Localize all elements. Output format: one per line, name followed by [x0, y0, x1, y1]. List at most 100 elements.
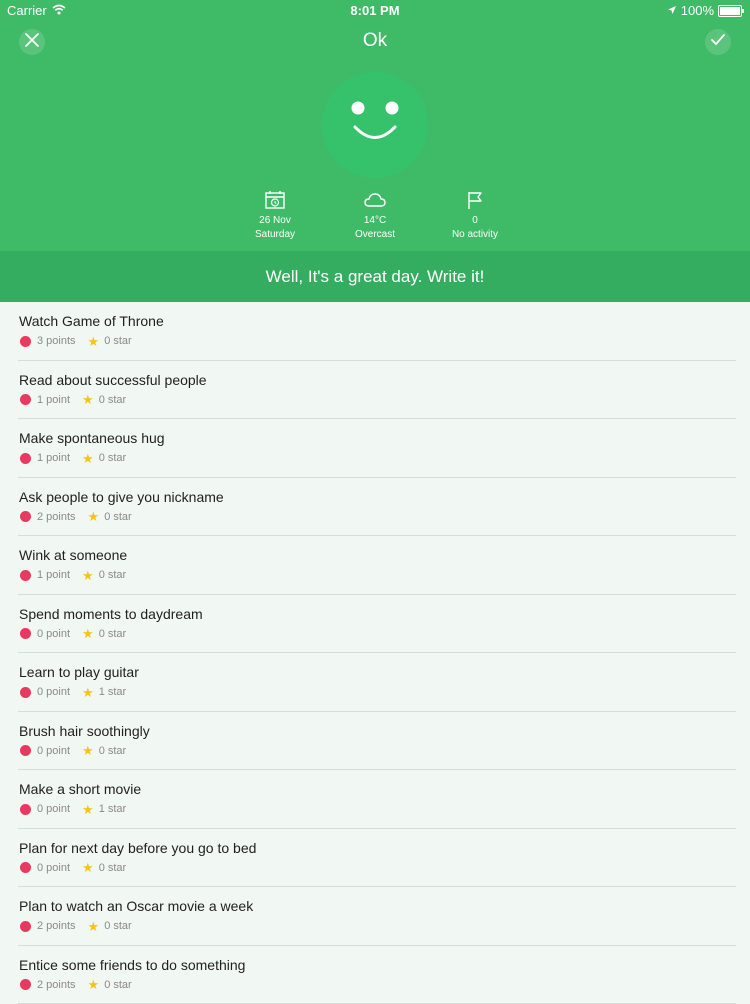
activity-meta: 1 point ★ 0 star — [20, 452, 126, 464]
activity-points: 2 points — [37, 920, 76, 932]
list-item[interactable]: Plan to watch an Oscar movie a week 2 poi… — [18, 887, 736, 946]
status-time: 8:01 PM — [0, 3, 750, 18]
activity-meta: 0 point ★ 1 star — [20, 686, 126, 698]
star-icon: ★ — [82, 804, 94, 815]
activity-points: 2 points — [37, 511, 76, 523]
list-item[interactable]: Read about successful people 1 point ★ 0 st… — [18, 361, 736, 420]
dot-icon — [20, 336, 31, 347]
list-item[interactable]: Plan for next day before you go to bed 0 … — [18, 829, 736, 888]
activity-meta: 1 point★0 star — [20, 569, 126, 581]
dot-icon — [20, 628, 31, 639]
dot-icon — [20, 979, 31, 990]
activity-stars: 0 star — [99, 745, 127, 757]
star-icon: ★ — [82, 745, 94, 756]
list-item[interactable]: Watch Game of Throne 3 points ★ 0 star — [18, 302, 736, 361]
activity-points: 1 point — [37, 569, 70, 581]
activity-title: Wink at someone — [19, 547, 127, 563]
star-icon: ★ — [82, 628, 94, 639]
location-arrow-icon — [667, 3, 677, 18]
star-icon: ★ — [82, 453, 94, 464]
activity-points: 1 point — [37, 394, 70, 406]
activity-title: Plan for next day before you go to bed — [19, 840, 256, 856]
activity-stars: 0 star — [104, 979, 132, 991]
dot-icon — [20, 453, 31, 464]
list-item[interactable]: Wink at someone 1 point★0 star — [18, 536, 736, 595]
activity-stars: 0 star — [99, 862, 127, 874]
activity-meta: 2 points ★ 0 star — [20, 920, 132, 932]
star-icon: ★ — [82, 687, 94, 698]
activity-points: 0 point — [37, 862, 70, 874]
activity-stars: 0 star — [99, 628, 127, 640]
activity-meta: 2 points ★ 0 star — [20, 979, 132, 991]
star-icon: ★ — [82, 862, 94, 873]
activity-points: 2 points — [37, 979, 76, 991]
battery-icon — [718, 5, 742, 17]
status-bar: Carrier 8:01 PM 100% — [0, 0, 750, 22]
stat-activity-label: No activity — [415, 227, 535, 242]
activity-stars: 0 star — [99, 394, 127, 406]
activity-meta: 1 point ★ 0 star — [20, 394, 126, 406]
banner-text: Well, It's a great day. Write it! — [266, 267, 485, 287]
activity-meta: 0 point ★ 0 star — [20, 745, 126, 757]
activity-title: Plan to watch an Oscar movie a week — [19, 898, 253, 914]
activity-points: 0 point — [37, 803, 70, 815]
dot-icon — [20, 745, 31, 756]
activity-title: Read about successful people — [19, 372, 207, 388]
activity-meta: 3 points ★ 0 star — [20, 335, 132, 347]
list-item[interactable]: Brush hair soothingly 0 point ★ 0 star — [18, 712, 736, 771]
activity-title: Brush hair soothingly — [19, 723, 150, 739]
list-item[interactable]: Learn to play guitar0 point★1 star — [18, 653, 736, 712]
header: Carrier 8:01 PM 100% Ok — [0, 0, 750, 251]
day-stats: 26 Nov Saturday 14°C Overcast 0 No activ… — [0, 190, 750, 246]
check-icon — [710, 33, 726, 52]
activity-title: Spend moments to daydream — [19, 606, 203, 622]
activity-stars: 0 star — [99, 452, 127, 464]
star-icon: ★ — [88, 979, 100, 990]
activity-stars: 0 star — [104, 511, 132, 523]
activity-list: Watch Game of Throne3 points★0 starRead … — [0, 302, 750, 1004]
activity-points: 1 point — [37, 452, 70, 464]
activity-points: 0 point — [37, 686, 70, 698]
cloud-icon — [364, 190, 386, 210]
activity-stars: 0 star — [99, 569, 127, 581]
battery-percent: 100% — [681, 3, 714, 18]
page-title: Ok — [0, 30, 750, 52]
stat-activity-count: 0 — [415, 214, 535, 227]
list-item[interactable]: Entice some friends to do something 2 poi… — [18, 946, 736, 1004]
activity-title: Watch Game of Throne — [19, 313, 164, 329]
activity-title: Ask people to give you nickname — [19, 489, 224, 505]
star-icon: ★ — [88, 336, 100, 347]
activity-title: Entice some friends to do something — [19, 957, 245, 973]
confirm-button[interactable] — [705, 29, 731, 55]
activity-stars: 1 star — [99, 686, 127, 698]
dot-icon — [20, 921, 31, 932]
stat-activity[interactable]: 0 No activity — [415, 190, 535, 242]
activity-points: 3 points — [37, 335, 76, 347]
dot-icon — [20, 394, 31, 405]
dot-icon — [20, 862, 31, 873]
mood-face-icon[interactable] — [322, 72, 428, 178]
list-item[interactable]: Ask people to give you nickname 2 points ★… — [18, 478, 736, 537]
star-icon: ★ — [82, 394, 94, 405]
activity-stars: 1 star — [99, 803, 127, 815]
write-prompt-banner[interactable]: Well, It's a great day. Write it! — [0, 251, 750, 302]
activity-meta: 0 point ★ 0 star — [20, 862, 126, 874]
activity-meta: 0 point ★ 1 star — [20, 803, 126, 815]
activity-meta: 0 point ★ 0 star — [20, 628, 126, 640]
activity-stars: 0 star — [104, 335, 132, 347]
flag-icon — [464, 190, 486, 210]
activity-meta: 2 points ★ 0 star — [20, 511, 132, 523]
dot-icon — [20, 511, 31, 522]
calendar-icon — [264, 190, 286, 210]
activity-points: 0 point — [37, 628, 70, 640]
list-item[interactable]: Make spontaneous hug1 point★0 star — [18, 419, 736, 478]
star-icon: ★ — [88, 511, 100, 522]
activity-title: Make a short movie — [19, 781, 141, 797]
dot-icon — [20, 687, 31, 698]
list-item[interactable]: Spend moments to daydream 0 point ★ 0 star — [18, 595, 736, 654]
activity-stars: 0 star — [104, 920, 132, 932]
dot-icon — [20, 804, 31, 815]
list-item[interactable]: Make a short movie 0 point ★ 1 star — [18, 770, 736, 829]
activity-points: 0 point — [37, 745, 70, 757]
star-icon: ★ — [88, 921, 100, 932]
